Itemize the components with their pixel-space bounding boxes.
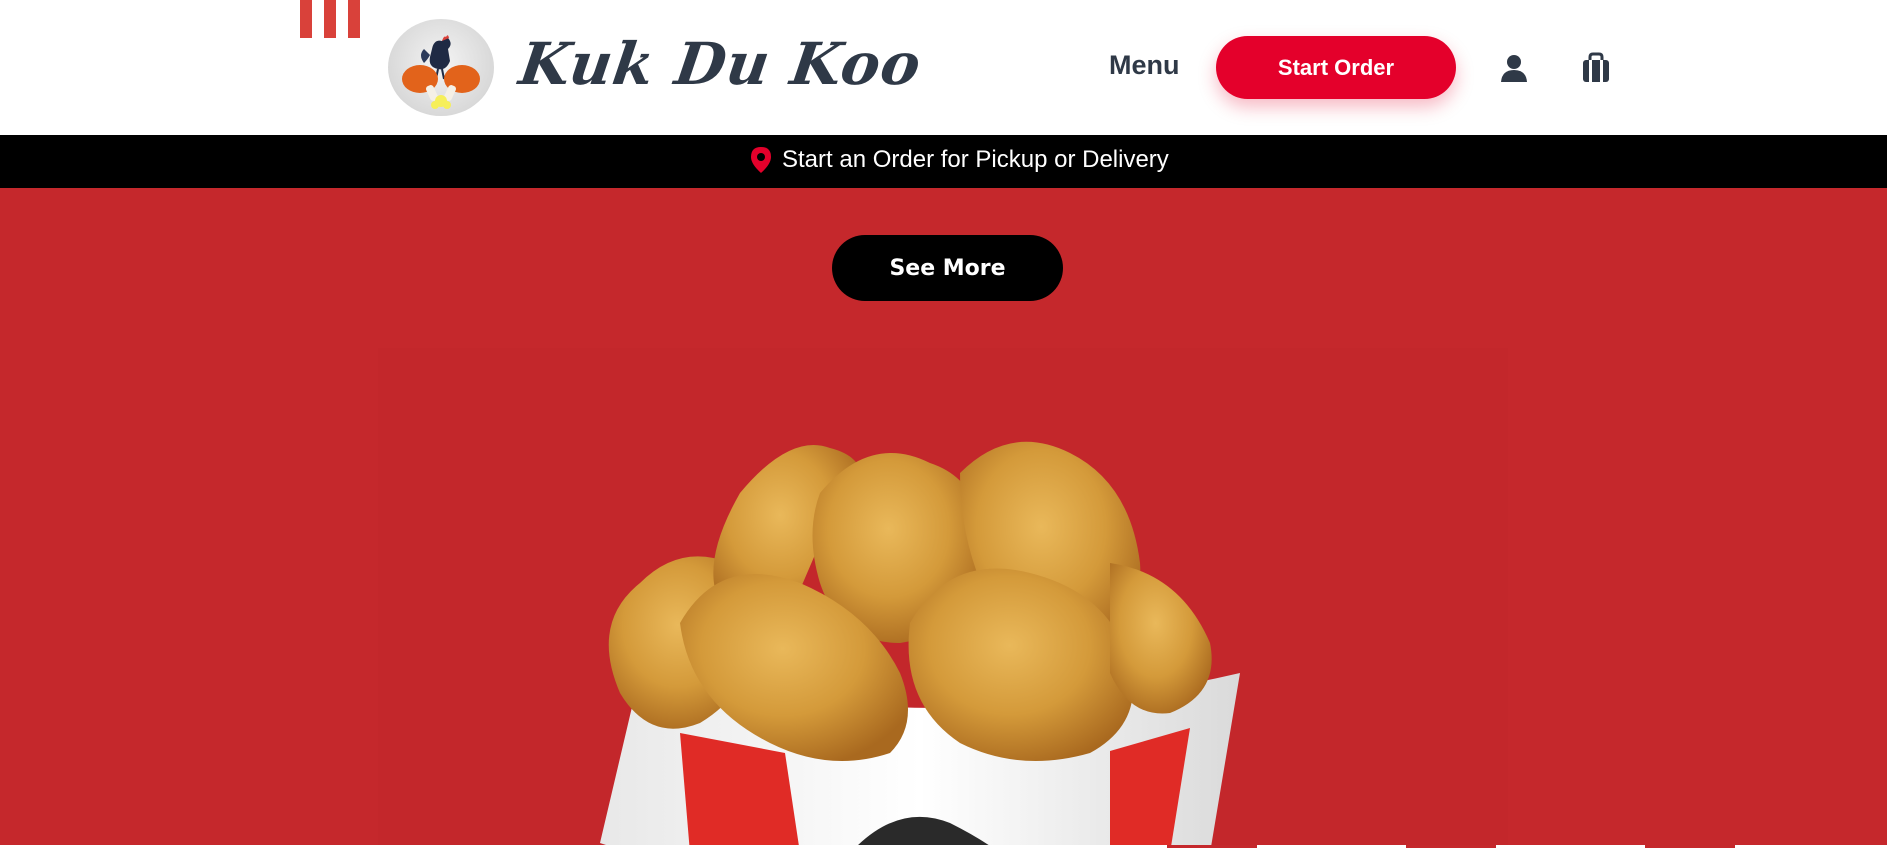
- brand-logo[interactable]: [388, 19, 494, 116]
- rooster-logo-icon: [402, 35, 480, 109]
- nav-menu-link[interactable]: Menu: [1109, 50, 1180, 81]
- brand-name[interactable]: Kuk Du Koo: [515, 30, 925, 98]
- location-pin-icon: [751, 147, 771, 173]
- brand-stripes: [300, 0, 362, 38]
- see-more-button[interactable]: See More: [832, 235, 1063, 301]
- user-icon[interactable]: [1498, 52, 1530, 84]
- fried-chicken-bucket-image: [600, 441, 1240, 845]
- site-header: Kuk Du Koo Menu Start Order: [0, 0, 1887, 135]
- banner-text: Start an Order for Pickup or Delivery: [782, 146, 1169, 173]
- shopping-bag-icon[interactable]: [1580, 52, 1612, 84]
- hero-section: See More: [0, 188, 1887, 845]
- order-banner[interactable]: Start an Order for Pickup or Delivery: [0, 135, 1887, 188]
- start-order-button[interactable]: Start Order: [1216, 36, 1456, 99]
- banner-content[interactable]: Start an Order for Pickup or Delivery: [750, 146, 1169, 174]
